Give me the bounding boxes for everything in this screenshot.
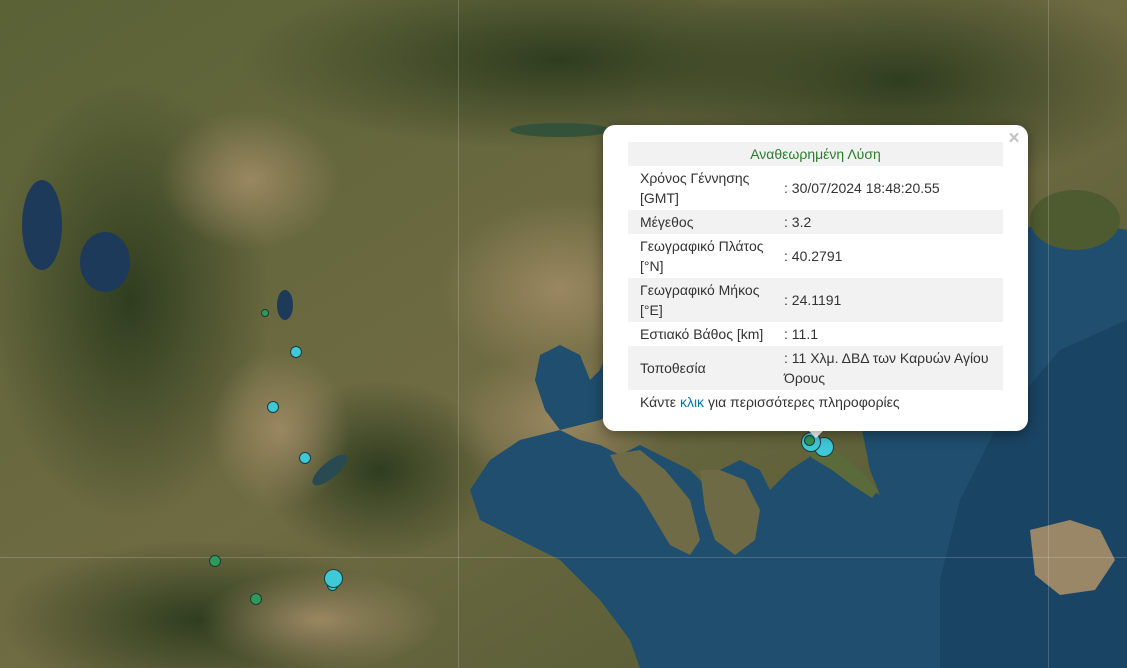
origin-time-value: : 30/07/2024 18:48:20.55 — [784, 180, 940, 196]
graticule-line — [0, 557, 1127, 558]
popup-header: Αναθεωρημένη Λύση — [628, 142, 1003, 166]
earthquake-marker[interactable] — [290, 346, 302, 358]
earthquake-marker[interactable] — [267, 401, 279, 413]
graticule-line — [1048, 0, 1049, 668]
more-info-suffix: για περισσότερες πληροφορίες — [707, 394, 900, 410]
earthquake-details-table: Αναθεωρημένη Λύση Χρόνος Γέννησης [GMT] … — [628, 142, 1003, 390]
depth-value: : 11.1 — [784, 326, 818, 342]
earthquake-marker[interactable] — [299, 452, 311, 464]
location-value: : 11 Χλμ. ΔΒΔ των Καρυών Αγίου Όρους — [780, 346, 1003, 390]
latitude-label: Γεωγραφικό Πλάτος [°N] — [640, 238, 764, 274]
longitude-label: Γεωγραφικό Μήκος [°E] — [628, 278, 780, 322]
magnitude-label: Μέγεθος — [628, 210, 780, 234]
close-icon[interactable]: × — [1006, 129, 1022, 149]
earthquake-marker[interactable] — [209, 555, 221, 567]
graticule-line — [458, 0, 459, 668]
location-label: Τοποθεσία — [628, 346, 780, 390]
magnitude-value: : 3.2 — [780, 210, 1003, 234]
depth-label: Εστιακό Βάθος [km] — [640, 326, 764, 342]
earthquake-marker[interactable] — [324, 569, 343, 588]
earthquake-popup: × Αναθεωρημένη Λύση Χρόνος Γέννησης [GMT… — [603, 125, 1028, 431]
earthquake-marker[interactable] — [261, 309, 269, 317]
origin-time-label: Χρόνος Γέννησης [GMT] — [640, 170, 750, 206]
longitude-value: : 24.1191 — [780, 278, 1003, 322]
earthquake-marker[interactable] — [250, 593, 262, 605]
latitude-value: : 40.2791 — [784, 248, 843, 264]
more-info-text: Κάντε κλικ για περισσότερες πληροφορίες — [640, 394, 900, 410]
more-info-prefix: Κάντε — [640, 394, 677, 410]
more-info-link[interactable]: κλικ — [680, 394, 704, 410]
